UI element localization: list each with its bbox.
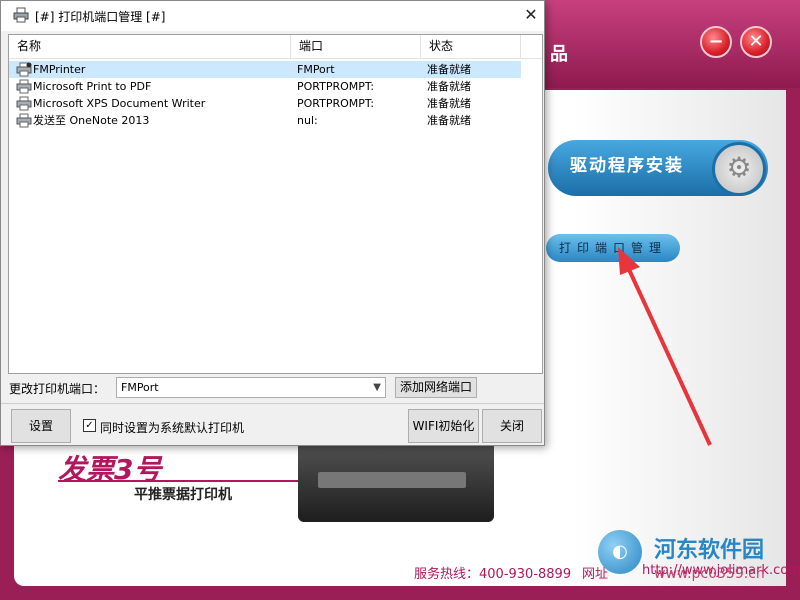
background-app-title-fragment: 品 bbox=[550, 44, 568, 65]
column-header-name[interactable]: 名称 bbox=[9, 35, 291, 58]
printer-paper-slot bbox=[318, 472, 466, 488]
printer-name: 发送至 OneNote 2013 bbox=[33, 114, 150, 127]
printer-status: 准备就绪 bbox=[427, 80, 471, 93]
printer-port-dialog: [#] 打印机端口管理 [#] ✕ 名称 端口 状态 FMPrinter FMP… bbox=[0, 0, 545, 446]
dialog-title: [#] 打印机端口管理 [#] bbox=[35, 10, 166, 24]
set-default-label[interactable]: 同时设置为系统默认打印机 bbox=[100, 419, 244, 436]
printer-name: Microsoft XPS Document Writer bbox=[33, 97, 206, 110]
gear-icon: ⚙ bbox=[712, 142, 766, 196]
add-network-port-button[interactable]: 添加网络端口 bbox=[395, 377, 477, 398]
product-underline bbox=[58, 480, 308, 482]
watermark-url: www.pc0359.cn bbox=[654, 566, 765, 582]
printer-name: FMPrinter bbox=[33, 63, 86, 76]
list-item[interactable]: Microsoft XPS Document Writer PORTPROMPT… bbox=[9, 95, 542, 112]
printer-status: 准备就绪 bbox=[427, 114, 471, 127]
chevron-down-icon: ▼ bbox=[373, 382, 381, 393]
printer-port: nul: bbox=[297, 114, 318, 127]
app-close-button[interactable]: ✕ bbox=[740, 26, 772, 58]
printer-status: 准备就绪 bbox=[427, 63, 471, 76]
red-arrow-annotation bbox=[618, 247, 712, 446]
list-header: 名称 端口 状态 bbox=[9, 35, 542, 59]
dialog-close-icon[interactable]: ✕ bbox=[519, 4, 543, 26]
service-hotline: 服务热线：400-930-8899 bbox=[414, 567, 572, 582]
product-name: 发票3号 bbox=[58, 453, 162, 486]
driver-install-label: 驱动程序安装 bbox=[570, 156, 684, 176]
settings-button[interactable]: 设置 bbox=[11, 409, 71, 443]
printer-icon bbox=[16, 113, 32, 128]
printer-list[interactable]: 名称 端口 状态 FMPrinter FMPort 准备就绪 Microsoft… bbox=[8, 34, 543, 374]
port-select-value: FMPort bbox=[121, 381, 159, 394]
dialog-titlebar[interactable]: [#] 打印机端口管理 [#] ✕ bbox=[1, 1, 544, 31]
port-select[interactable]: FMPort ▼ bbox=[116, 377, 386, 398]
printer-port: FMPort bbox=[297, 63, 335, 76]
minimize-button[interactable]: − bbox=[700, 26, 732, 58]
printer-name: Microsoft Print to PDF bbox=[33, 80, 152, 93]
list-item[interactable]: 发送至 OneNote 2013 nul: 准备就绪 bbox=[9, 112, 542, 129]
printer-icon bbox=[16, 62, 32, 77]
close-button[interactable]: 关闭 bbox=[482, 409, 542, 443]
wifi-init-button[interactable]: WIFI初始化 bbox=[408, 409, 479, 443]
watermark-logo-icon: ◐ bbox=[598, 530, 642, 574]
printer-icon bbox=[16, 79, 32, 94]
separator bbox=[1, 403, 544, 404]
printer-icon bbox=[13, 7, 29, 23]
column-header-status[interactable]: 状态 bbox=[421, 35, 521, 58]
list-item[interactable]: Microsoft Print to PDF PORTPROMPT: 准备就绪 bbox=[9, 78, 542, 95]
list-item[interactable]: FMPrinter FMPort 准备就绪 bbox=[9, 61, 521, 78]
printer-port: PORTPROMPT: bbox=[297, 80, 375, 93]
printer-status: 准备就绪 bbox=[427, 97, 471, 110]
watermark-title: 河东软件园 bbox=[654, 538, 765, 563]
set-default-checkbox[interactable]: ✓ bbox=[83, 419, 96, 432]
change-port-label: 更改打印机端口： bbox=[9, 382, 106, 396]
product-subtitle: 平推票据打印机 bbox=[134, 487, 232, 503]
printer-port: PORTPROMPT: bbox=[297, 97, 375, 110]
printer-icon bbox=[16, 96, 32, 111]
column-header-port[interactable]: 端口 bbox=[291, 35, 421, 58]
